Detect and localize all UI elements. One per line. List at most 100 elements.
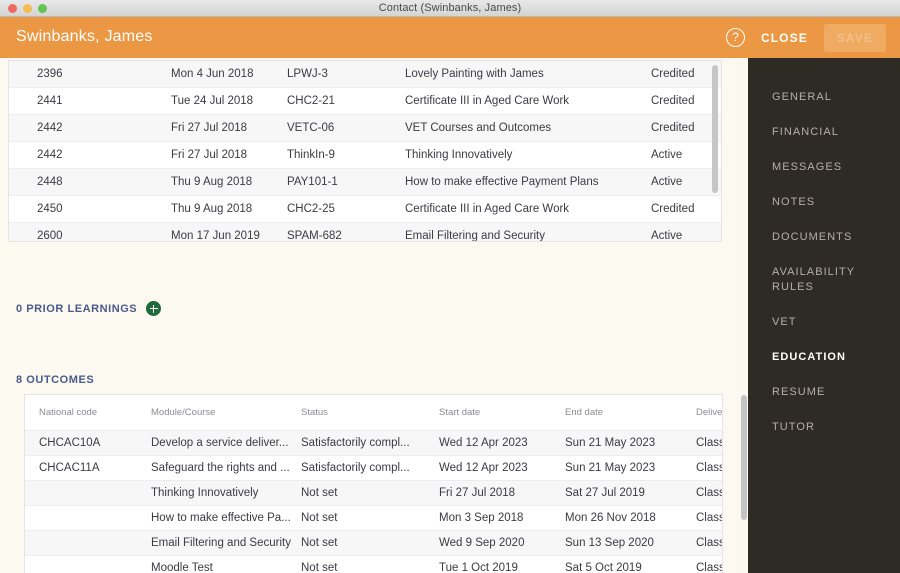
outcomes-title: 8 OUTCOMES xyxy=(16,374,95,386)
enrolment-cell: 2600 xyxy=(9,222,171,241)
sidebar-item-financial[interactable]: FINANCIAL xyxy=(748,115,900,150)
table-row[interactable]: How to make effective Pa... Not set Mon 3 … xyxy=(25,505,722,531)
outcomes-grid: National code Module/Course Status Start da… xyxy=(25,395,722,573)
page-title: Swinbanks, James xyxy=(16,28,153,45)
sidebar-item-education[interactable]: EDUCATION xyxy=(748,340,900,375)
help-icon[interactable]: ? xyxy=(725,28,745,47)
outcomes-column-header[interactable]: End date xyxy=(565,395,696,431)
window-title: Contact (Swinbanks, James) xyxy=(378,2,522,14)
enrolments-table: 2396 Mon 4 Jun 2018 LPWJ-3 Lovely Painting … xyxy=(8,60,722,242)
enrolment-cell: 2442 xyxy=(9,141,171,169)
outcomes-column-header[interactable]: Module/Course xyxy=(151,395,301,431)
sidebar: GENERAL FINANCIAL MESSAGES NOTES DOCUMENTS AV… xyxy=(748,58,900,573)
enrolment-cell: Thu 9 Aug 2018 xyxy=(171,195,287,223)
outcome-cell: Not set xyxy=(301,505,439,531)
outcome-cell: Moodle Test xyxy=(151,555,301,573)
enrolment-cell: Thinking Innovatively xyxy=(405,141,651,169)
table-row[interactable]: 2450 Thu 9 Aug 2018 CHC2-25 Certificate III… xyxy=(9,195,721,223)
main-content: 2396 Mon 4 Jun 2018 LPWJ-3 Lovely Painting … xyxy=(0,58,748,573)
outcome-cell xyxy=(25,480,151,506)
outcome-cell: Not set xyxy=(301,555,439,573)
enrolment-cell: SPAM-682 xyxy=(287,222,405,241)
table-row[interactable]: CHCAC11A Safeguard the rights and ... Sati… xyxy=(25,455,722,481)
outcome-cell: Sun 13 Sep 2020 xyxy=(565,530,696,556)
table-row[interactable]: 2448 Thu 9 Aug 2018 PAY101-1 How to make ef… xyxy=(9,168,721,196)
contact-window: Contact (Swinbanks, James) Swinbanks, Ja… xyxy=(0,0,900,573)
enrolment-cell: Certificate III in Aged Care Work xyxy=(405,87,651,115)
outcomes-header-row: National code Module/Course Status Start da… xyxy=(25,395,722,431)
sidebar-item-notes[interactable]: NOTES xyxy=(748,185,900,220)
sidebar-item-documents[interactable]: DOCUMENTS xyxy=(748,220,900,255)
outcomes-column-header[interactable]: Start date xyxy=(439,395,565,431)
outcome-cell: Classroom xyxy=(696,555,722,573)
outcome-cell: Wed 12 Apr 2023 xyxy=(439,430,565,456)
prior-learnings-section: 0 PRIOR LEARNINGS xyxy=(16,301,162,316)
table-row[interactable]: 2442 Fri 27 Jul 2018 VETC-06 VET Courses an… xyxy=(9,114,721,142)
outcome-cell: Not set xyxy=(301,480,439,506)
table-row[interactable]: Email Filtering and Security Not set Wed 9… xyxy=(25,530,722,556)
enrolment-cell: VETC-06 xyxy=(287,114,405,142)
window-titlebar: Contact (Swinbanks, James) xyxy=(0,0,900,17)
outcomes-column-header[interactable]: Status xyxy=(301,395,439,431)
sidebar-item-tutor[interactable]: TUTOR xyxy=(748,410,900,445)
enrolment-cell: CHC2-25 xyxy=(287,195,405,223)
close-button[interactable]: CLOSE xyxy=(759,25,810,51)
enrolment-cell: CHC2-21 xyxy=(287,87,405,115)
outcome-cell: Sat 27 Jul 2019 xyxy=(565,480,696,506)
sidebar-item-availability-rules[interactable]: AVAILABILITY RULES xyxy=(748,255,900,305)
outcome-cell: Classroom xyxy=(696,430,722,456)
table-row[interactable]: 2396 Mon 4 Jun 2018 LPWJ-3 Lovely Painting … xyxy=(9,61,721,88)
prior-learnings-label[interactable]: 0 PRIOR LEARNINGS xyxy=(16,303,137,315)
outcome-cell xyxy=(25,530,151,556)
plus-icon[interactable] xyxy=(146,301,162,316)
sidebar-item-messages[interactable]: MESSAGES xyxy=(748,150,900,185)
outcome-cell: Satisfactorily compl... xyxy=(301,455,439,481)
enrolment-cell: 2448 xyxy=(9,168,171,196)
header-actions: ? CLOSE SAVE xyxy=(725,17,886,58)
outcome-cell: Fri 27 Jul 2018 xyxy=(439,480,565,506)
outcome-cell: Sun 21 May 2023 xyxy=(565,430,696,456)
outcome-cell: Mon 26 Nov 2018 xyxy=(565,505,696,531)
outcomes-column-header[interactable]: National code xyxy=(25,395,151,431)
sidebar-item-general[interactable]: GENERAL xyxy=(748,80,900,115)
sidebar-item-vet[interactable]: VET xyxy=(748,305,900,340)
enrolment-cell: Email Filtering and Security xyxy=(405,222,651,241)
outcome-cell: Develop a service deliver... xyxy=(151,430,301,456)
outcomes-table: National code Module/Course Status Start da… xyxy=(24,394,723,573)
enrolment-cell: Certificate III in Aged Care Work xyxy=(405,195,651,223)
table-row[interactable]: Moodle Test Not set Tue 1 Oct 2019 Sat 5 Oc… xyxy=(25,555,722,573)
table-row[interactable]: 2600 Mon 17 Jun 2019 SPAM-682 Email Filteri… xyxy=(9,222,721,241)
outcome-cell: Not set xyxy=(301,530,439,556)
outcome-cell: Classroom xyxy=(696,530,722,556)
enrolment-cell: Fri 27 Jul 2018 xyxy=(171,141,287,169)
sidebar-item-resume[interactable]: RESUME xyxy=(748,375,900,410)
outcome-cell: Thinking Innovatively xyxy=(151,480,301,506)
outcome-cell: Email Filtering and Security xyxy=(151,530,301,556)
enrolment-cell: Fri 27 Jul 2018 xyxy=(171,114,287,142)
outcome-cell: Tue 1 Oct 2019 xyxy=(439,555,565,573)
table-row[interactable]: CHCAC10A Develop a service deliver... Sati… xyxy=(25,430,722,456)
table-row[interactable]: 2441 Tue 24 Jul 2018 CHC2-21 Certificate II… xyxy=(9,87,721,115)
outcomes-column-header[interactable]: Delivery mode xyxy=(696,395,722,431)
enrolments-scrollbar-thumb[interactable] xyxy=(712,65,718,193)
outcome-cell: CHCAC11A xyxy=(25,455,151,481)
table-row[interactable]: 2442 Fri 27 Jul 2018 ThinkIn-9 Thinking Inn… xyxy=(9,141,721,169)
outcome-cell: Classroom xyxy=(696,505,722,531)
outcome-cell: Wed 9 Sep 2020 xyxy=(439,530,565,556)
outcome-cell: CHCAC10A xyxy=(25,430,151,456)
enrolment-cell: How to make effective Payment Plans xyxy=(405,168,651,196)
enrolment-cell: Thu 9 Aug 2018 xyxy=(171,168,287,196)
enrolments-table-scrollbar[interactable] xyxy=(712,65,718,235)
enrolment-cell: 2441 xyxy=(9,87,171,115)
enrolments-grid: 2396 Mon 4 Jun 2018 LPWJ-3 Lovely Painting … xyxy=(9,61,721,241)
outcome-cell: Classroom xyxy=(696,480,722,506)
outcome-cell: Wed 12 Apr 2023 xyxy=(439,455,565,481)
page-scrollbar-thumb[interactable] xyxy=(741,395,747,520)
outcome-cell: Classroom xyxy=(696,455,722,481)
save-button[interactable]: SAVE xyxy=(823,23,886,52)
table-row[interactable]: Thinking Innovatively Not set Fri 27 Jul 2… xyxy=(25,480,722,506)
enrolment-cell: ThinkIn-9 xyxy=(287,141,405,169)
enrolment-cell: 2396 xyxy=(9,61,171,88)
outcome-cell: Mon 3 Sep 2018 xyxy=(439,505,565,531)
outcome-cell xyxy=(25,505,151,531)
